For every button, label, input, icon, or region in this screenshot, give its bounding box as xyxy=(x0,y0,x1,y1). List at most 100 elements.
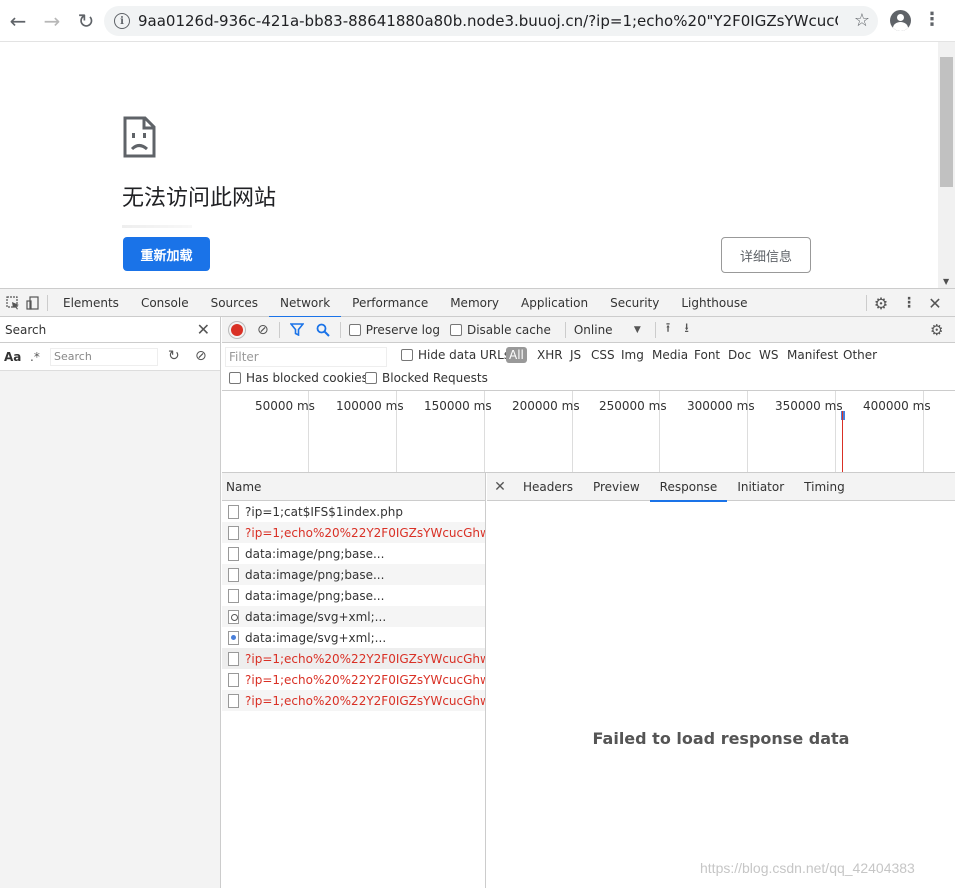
tab-sources[interactable]: Sources xyxy=(200,289,269,317)
preserve-log-checkbox[interactable] xyxy=(348,323,361,336)
url-text[interactable]: 9aa0126d-936c-421a-bb83-88641880a80b.nod… xyxy=(138,12,838,30)
forward-button[interactable]: → xyxy=(36,5,68,37)
hide-data-urls-option[interactable]: Hide data URLs xyxy=(401,348,510,362)
request-row[interactable]: ?ip=1;echo%20%22Y2F0IGZsYWcucGhw%... xyxy=(222,648,485,669)
filter-type-media[interactable]: Media xyxy=(652,348,688,362)
request-row[interactable]: ?ip=1;echo%20%22Y2F0IGZsYWcucGhw%... xyxy=(222,669,485,690)
scrollbar-thumb[interactable] xyxy=(940,57,953,187)
request-name: data:image/png;base... xyxy=(245,588,385,603)
tab-console[interactable]: Console xyxy=(130,289,200,317)
tab-initiator[interactable]: Initiator xyxy=(727,473,794,501)
tab-performance[interactable]: Performance xyxy=(341,289,439,317)
filter-type-ws[interactable]: WS xyxy=(759,348,778,362)
tab-memory[interactable]: Memory xyxy=(439,289,510,317)
scroll-down-icon[interactable]: ▼ xyxy=(943,277,949,286)
tab-preview[interactable]: Preview xyxy=(583,473,650,501)
tab-application[interactable]: Application xyxy=(510,289,599,317)
request-name: data:image/png;base... xyxy=(245,567,385,582)
request-row[interactable]: data:image/png;base... xyxy=(222,543,485,564)
file-icon xyxy=(228,693,239,708)
bookmark-star-icon[interactable]: ☆ xyxy=(854,10,870,31)
reload-button[interactable]: 重新加载 xyxy=(123,237,210,271)
request-row[interactable]: ?ip=1;echo%20%22Y2F0IGZsYWcucGhw%... xyxy=(222,690,485,711)
devtools-menu-icon[interactable]: ⋮ xyxy=(899,289,919,317)
filter-type-other[interactable]: Other xyxy=(843,348,877,362)
clear-log-icon[interactable]: ⊘ xyxy=(257,322,269,338)
detail-tabbar: ✕ Headers Preview Response Initiator Tim… xyxy=(487,473,955,502)
throttle-select[interactable]: Online xyxy=(574,323,634,337)
details-button[interactable]: 详细信息 xyxy=(721,237,811,273)
filter-input[interactable]: Filter xyxy=(225,347,387,367)
tab-timing[interactable]: Timing xyxy=(794,473,855,501)
filter-type-doc[interactable]: Doc xyxy=(728,348,751,362)
file-icon xyxy=(228,651,239,666)
import-har-icon[interactable]: ⭱ xyxy=(666,319,671,341)
request-row[interactable]: data:image/svg+xml;... xyxy=(222,606,485,627)
preserve-log-option[interactable]: Preserve log xyxy=(348,323,440,337)
request-list: Name ?ip=1;cat$IFS$1index.php ?ip=1;echo%… xyxy=(222,473,486,888)
file-icon xyxy=(228,609,239,624)
address-bar[interactable]: i 9aa0126d-936c-421a-bb83-88641880a80b.n… xyxy=(104,6,878,36)
tab-elements[interactable]: Elements xyxy=(52,289,130,317)
clear-search-icon[interactable]: ⊘ xyxy=(195,348,207,364)
regex-toggle[interactable]: .* xyxy=(30,350,50,364)
tab-security[interactable]: Security xyxy=(599,289,670,317)
filter-type-all[interactable]: All xyxy=(506,347,527,363)
request-row[interactable]: data:image/png;base... xyxy=(222,585,485,606)
match-case-toggle[interactable]: Aa xyxy=(4,350,30,364)
browser-toolbar: ← → ↻ i 9aa0126d-936c-421a-bb83-88641880… xyxy=(0,0,955,42)
back-button[interactable]: ← xyxy=(2,5,34,37)
blocked-cookies-option[interactable]: Has blocked cookies xyxy=(229,371,368,385)
filter-type-font[interactable]: Font xyxy=(694,348,720,362)
filter-type-xhr[interactable]: XHR xyxy=(537,348,563,362)
disable-cache-checkbox[interactable] xyxy=(449,323,462,336)
refresh-search-icon[interactable]: ↻ xyxy=(168,348,180,364)
hide-data-urls-checkbox[interactable] xyxy=(401,349,413,361)
file-icon xyxy=(228,546,239,561)
request-row[interactable]: data:image/png;base... xyxy=(222,564,485,585)
filter-funnel-icon[interactable] xyxy=(289,323,304,336)
filter-type-img[interactable]: Img xyxy=(621,348,644,362)
blocked-requests-option[interactable]: Blocked Requests xyxy=(365,371,488,385)
export-har-icon[interactable]: ⭳ xyxy=(684,319,689,341)
tab-response[interactable]: Response xyxy=(649,473,728,502)
search-input[interactable]: Search xyxy=(50,347,158,366)
tab-network[interactable]: Network xyxy=(269,289,342,318)
search-icon[interactable] xyxy=(316,323,330,337)
info-icon[interactable]: i xyxy=(114,13,130,29)
browser-menu-icon[interactable]: ⋮ xyxy=(923,9,941,30)
blocked-cookies-checkbox[interactable] xyxy=(229,372,241,384)
chevron-down-icon[interactable]: ▼ xyxy=(634,325,641,335)
request-row[interactable]: ?ip=1;echo%20%22Y2F0IGZsYWcucGhw%... xyxy=(222,522,485,543)
toolbar-divider xyxy=(866,295,867,311)
inspect-element-icon[interactable] xyxy=(3,289,23,317)
reload-page-button[interactable]: ↻ xyxy=(70,5,102,37)
close-search-icon[interactable]: ✕ xyxy=(197,320,210,339)
device-toolbar-icon[interactable] xyxy=(23,289,43,317)
file-icon xyxy=(228,588,239,603)
network-settings-gear-icon[interactable]: ⚙ xyxy=(930,321,943,339)
sad-page-icon xyxy=(123,116,156,158)
page-scrollbar[interactable]: ▼ xyxy=(938,42,955,288)
name-column-header[interactable]: Name xyxy=(222,473,485,501)
filter-type-js[interactable]: JS xyxy=(570,348,581,362)
network-toolbar: ⊘ Preserve log Disable cache Online ▼ ⭱ … xyxy=(222,317,955,343)
disable-cache-option[interactable]: Disable cache xyxy=(449,322,551,337)
network-overview-timeline[interactable]: 50000 ms 100000 ms 150000 ms 200000 ms 2… xyxy=(222,391,955,473)
disable-cache-label: Disable cache xyxy=(466,322,551,337)
close-devtools-icon[interactable]: ✕ xyxy=(925,289,945,317)
close-detail-icon[interactable]: ✕ xyxy=(487,479,513,495)
filter-type-css[interactable]: CSS xyxy=(591,348,615,362)
blocked-requests-checkbox[interactable] xyxy=(365,372,377,384)
request-row[interactable]: data:image/svg+xml;... xyxy=(222,627,485,648)
request-row[interactable]: ?ip=1;cat$IFS$1index.php xyxy=(222,501,485,522)
request-rows: ?ip=1;cat$IFS$1index.php ?ip=1;echo%20%22… xyxy=(222,501,485,711)
settings-gear-icon[interactable]: ⚙ xyxy=(871,289,891,317)
toolbar-divider xyxy=(339,321,341,338)
record-icon[interactable] xyxy=(231,323,243,336)
tab-headers[interactable]: Headers xyxy=(513,473,583,501)
filter-type-manifest[interactable]: Manifest xyxy=(787,348,838,362)
profile-avatar-icon[interactable] xyxy=(890,10,911,31)
timeline-tick-label: 50000 ms xyxy=(255,399,315,413)
tab-lighthouse[interactable]: Lighthouse xyxy=(670,289,758,317)
